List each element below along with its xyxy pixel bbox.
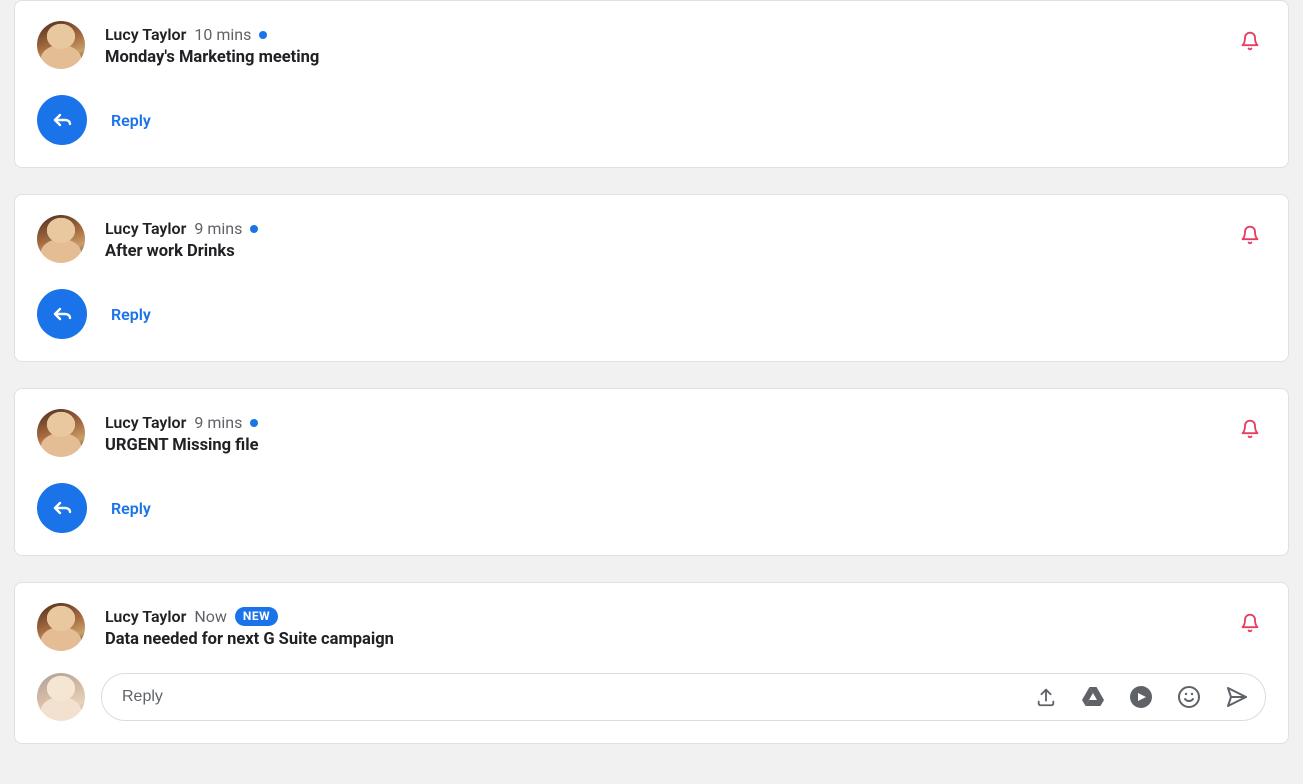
- reply-button[interactable]: [37, 483, 87, 533]
- self-avatar[interactable]: [37, 673, 85, 721]
- follow-bell-button[interactable]: [1236, 221, 1264, 249]
- reply-link[interactable]: Reply: [111, 305, 151, 324]
- unread-dot-icon: [259, 31, 267, 39]
- compose-bar[interactable]: [101, 673, 1266, 721]
- reply-link[interactable]: Reply: [111, 111, 151, 130]
- sender-name: Lucy Taylor: [105, 25, 186, 44]
- sender-avatar[interactable]: [37, 603, 85, 651]
- upload-icon[interactable]: [1035, 686, 1057, 708]
- action-row: Reply: [37, 483, 1266, 533]
- timestamp: 9 mins: [194, 219, 242, 238]
- timestamp: 9 mins: [194, 413, 242, 432]
- video-icon[interactable]: [1129, 685, 1153, 709]
- reply-button[interactable]: [37, 95, 87, 145]
- reply-button[interactable]: [37, 289, 87, 339]
- follow-bell-button[interactable]: [1236, 609, 1264, 637]
- bell-icon: [1240, 419, 1260, 439]
- bell-icon: [1240, 31, 1260, 51]
- emoji-icon[interactable]: [1177, 685, 1201, 709]
- sender-name: Lucy Taylor: [105, 607, 186, 626]
- sender-name: Lucy Taylor: [105, 413, 186, 432]
- message-header: Lucy Taylor 10 mins Monday's Marketing m…: [37, 21, 1266, 69]
- reply-arrow-icon: [50, 108, 74, 132]
- timestamp: 10 mins: [194, 25, 251, 44]
- action-row: Reply: [37, 95, 1266, 145]
- message-card[interactable]: Lucy Taylor 9 mins After work Drinks Rep…: [14, 194, 1289, 362]
- message-subject: After work Drinks: [105, 242, 1266, 261]
- message-subject: Data needed for next G Suite campaign: [105, 630, 1266, 649]
- message-header: Lucy Taylor 9 mins After work Drinks: [37, 215, 1266, 263]
- message-subject: URGENT Missing file: [105, 436, 1266, 455]
- drive-icon[interactable]: [1081, 686, 1105, 708]
- follow-bell-button[interactable]: [1236, 415, 1264, 443]
- sender-avatar[interactable]: [37, 409, 85, 457]
- follow-bell-button[interactable]: [1236, 27, 1264, 55]
- unread-dot-icon: [250, 419, 258, 427]
- reply-arrow-icon: [50, 496, 74, 520]
- message-header: Lucy Taylor Now NEW Data needed for next…: [37, 603, 1266, 651]
- reply-arrow-icon: [50, 302, 74, 326]
- bell-icon: [1240, 613, 1260, 633]
- unread-dot-icon: [250, 225, 258, 233]
- message-header: Lucy Taylor 9 mins URGENT Missing file: [37, 409, 1266, 457]
- message-feed: Lucy Taylor 10 mins Monday's Marketing m…: [0, 0, 1303, 758]
- message-card[interactable]: Lucy Taylor Now NEW Data needed for next…: [14, 582, 1289, 744]
- sender-avatar[interactable]: [37, 21, 85, 69]
- send-icon[interactable]: [1225, 685, 1249, 709]
- message-card[interactable]: Lucy Taylor 10 mins Monday's Marketing m…: [14, 0, 1289, 168]
- compose-row: [37, 673, 1266, 721]
- action-row: Reply: [37, 289, 1266, 339]
- bell-icon: [1240, 225, 1260, 245]
- message-subject: Monday's Marketing meeting: [105, 48, 1266, 67]
- sender-name: Lucy Taylor: [105, 219, 186, 238]
- reply-input[interactable]: [122, 688, 1035, 706]
- message-card[interactable]: Lucy Taylor 9 mins URGENT Missing file R…: [14, 388, 1289, 556]
- timestamp: Now: [194, 607, 227, 626]
- new-badge: NEW: [235, 607, 278, 625]
- reply-link[interactable]: Reply: [111, 499, 151, 518]
- sender-avatar[interactable]: [37, 215, 85, 263]
